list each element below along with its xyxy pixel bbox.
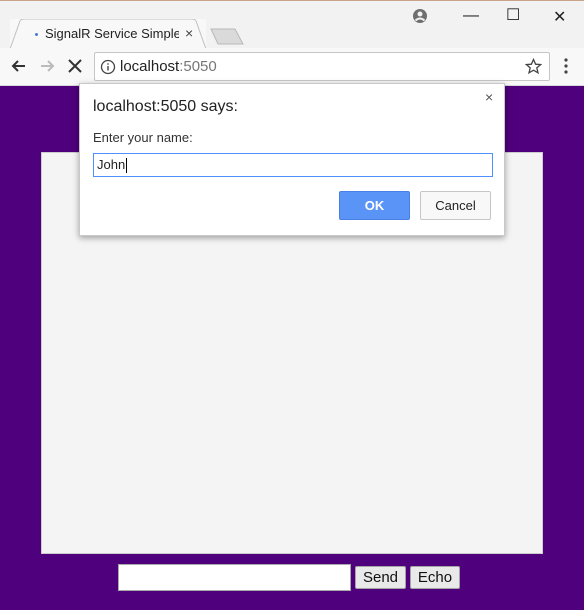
send-button[interactable]: Send (355, 566, 406, 589)
back-icon[interactable] (9, 56, 29, 76)
cancel-button[interactable]: Cancel (420, 191, 491, 220)
close-window-icon[interactable]: ✕ (553, 7, 566, 27)
prompt-dialog: localhost:5050 says: × Enter your name: … (79, 83, 505, 236)
stop-icon[interactable] (65, 56, 85, 76)
minimize-icon[interactable]: — (463, 7, 479, 25)
star-icon[interactable] (525, 58, 542, 75)
dialog-label: Enter your name: (93, 130, 193, 145)
new-tab-icon[interactable] (210, 28, 244, 45)
tab-close-icon[interactable]: × (185, 25, 193, 41)
maximize-icon[interactable]: ☐ (506, 5, 520, 25)
address-bar[interactable]: localhost:5050 (94, 52, 550, 81)
forward-icon[interactable] (37, 56, 57, 76)
address-port: :5050 (179, 58, 217, 75)
name-input[interactable]: John (93, 153, 493, 177)
browser-toolbar: localhost:5050 (0, 48, 584, 86)
echo-button[interactable]: Echo (410, 566, 460, 589)
menu-icon[interactable] (559, 57, 573, 75)
info-icon[interactable] (100, 59, 116, 75)
browser-tab[interactable]: SignalR Service Simple × (10, 19, 206, 49)
title-bar: SignalR Service Simple × — ☐ ✕ (0, 0, 584, 49)
text-cursor (126, 158, 128, 174)
ok-button[interactable]: OK (339, 191, 410, 220)
tab-title: SignalR Service Simple (45, 26, 179, 41)
address-url[interactable]: localhost:5050 (120, 58, 217, 75)
dialog-title: localhost:5050 says: (93, 98, 238, 115)
favicon-icon (35, 33, 38, 36)
message-input[interactable] (118, 564, 351, 591)
name-input-value: John (97, 157, 126, 172)
profile-icon[interactable] (412, 8, 428, 24)
address-host: localhost (120, 58, 180, 75)
dialog-close-icon[interactable]: × (485, 89, 493, 105)
